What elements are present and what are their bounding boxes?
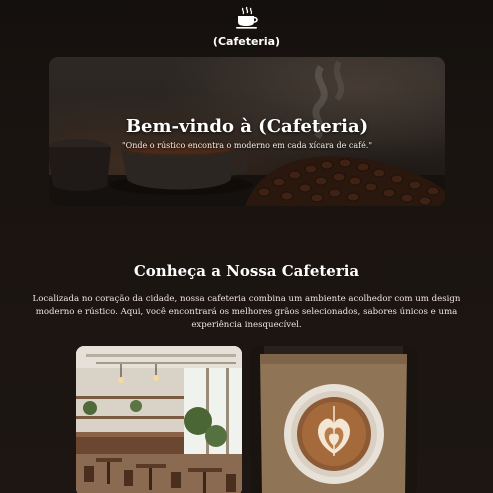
about-text: Localizada no coração da cidade, nossa c…	[32, 294, 461, 330]
coffee-cup-icon	[235, 6, 258, 29]
about-title: Conheça a Nossa Cafeteria	[133, 262, 360, 280]
hero-banner: Bem-vindo à (Cafeteria) "Onde o rústico …	[49, 57, 445, 206]
site-header: (Cafeteria)	[0, 6, 493, 48]
brand-name[interactable]: (Cafeteria)	[0, 35, 493, 48]
latte-art-photo	[250, 346, 417, 493]
hero-subtitle: "Onde o rústico encontra o moderno em ca…	[121, 141, 373, 150]
page: (Cafeteria) Bem-vindo à (Cafeteria) "Ond…	[0, 0, 493, 493]
cafe-interior-photo	[76, 346, 242, 493]
hero-title: Bem-vindo à (Cafeteria)	[125, 116, 369, 137]
